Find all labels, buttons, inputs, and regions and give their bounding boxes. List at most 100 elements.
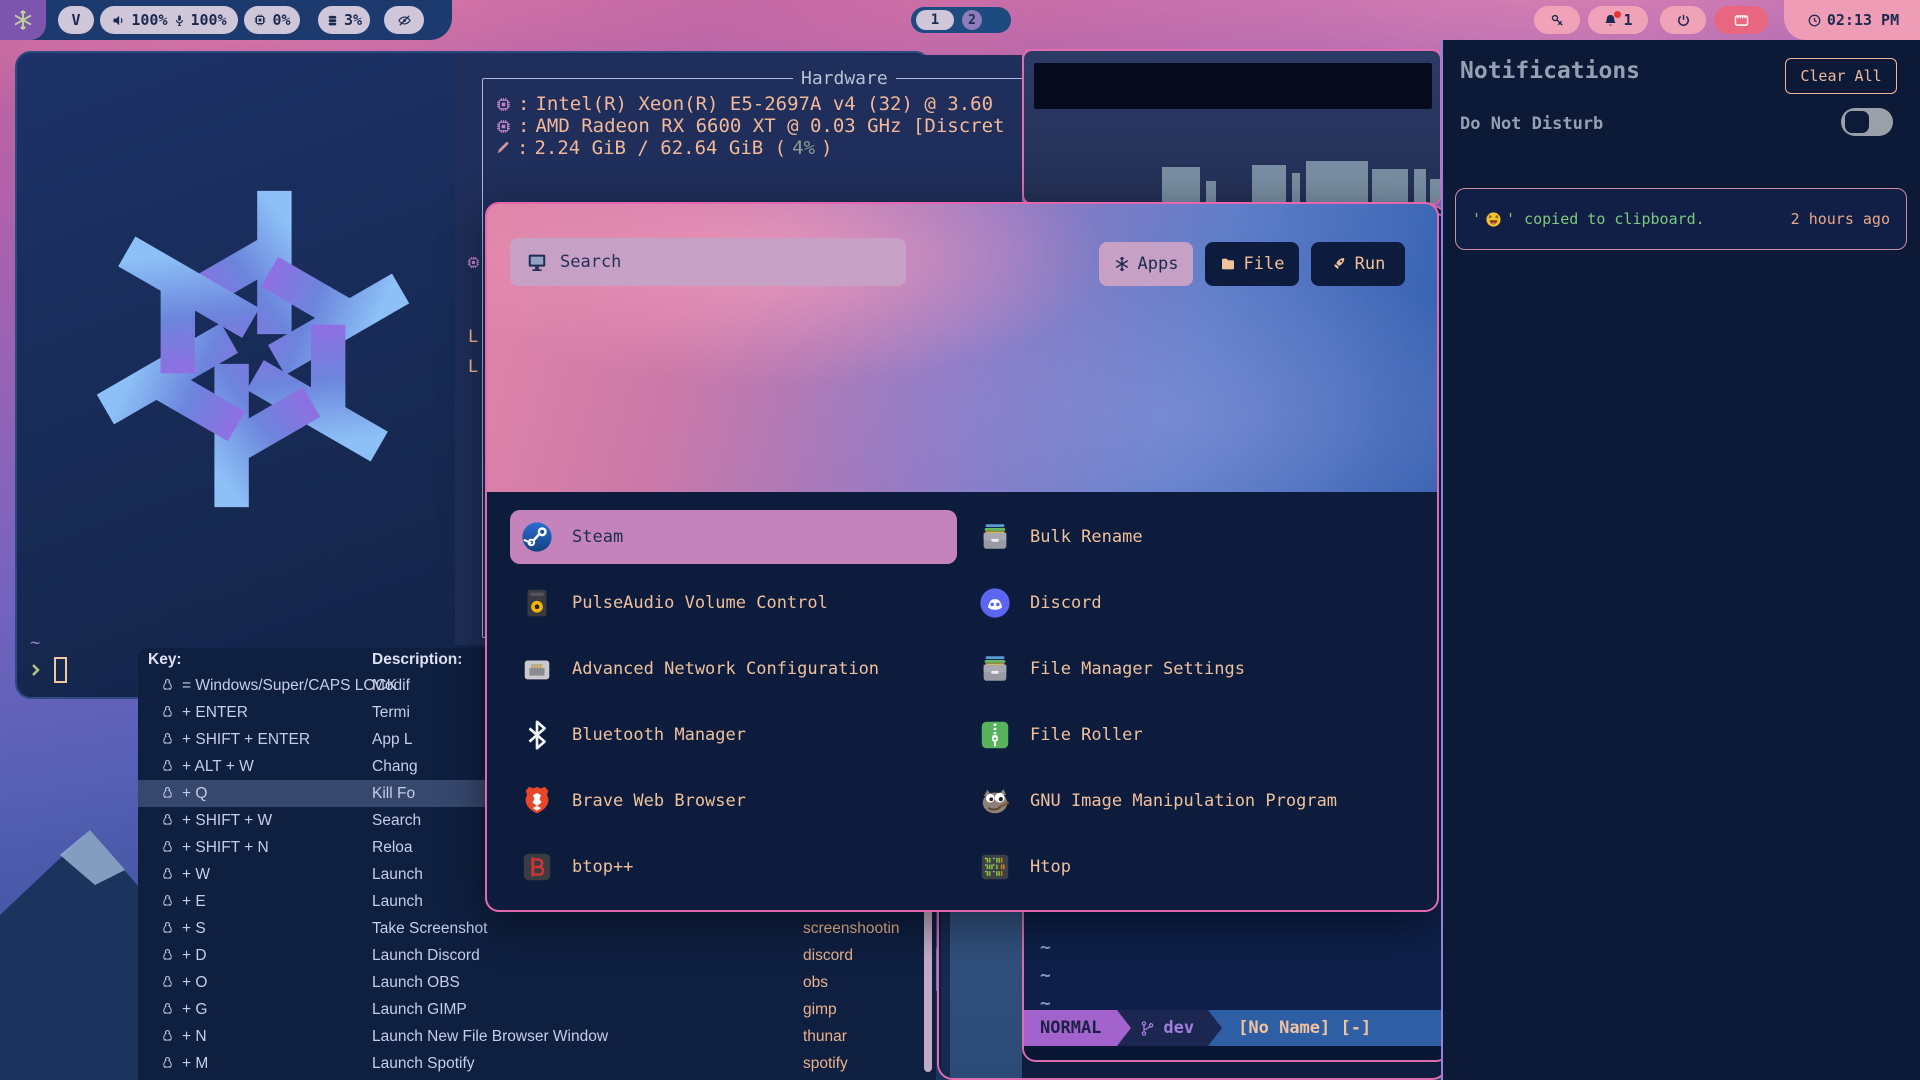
computer-icon: [526, 251, 548, 273]
laughing-emoji-icon: [1485, 211, 1502, 228]
btop-icon: [520, 850, 554, 884]
nixos-logo: [67, 163, 439, 535]
terminal-prompt[interactable]: [28, 657, 67, 683]
notifications-panel: Notifications Clear All Do Not Disturb '…: [1441, 40, 1920, 1080]
clear-all-button[interactable]: Clear All: [1785, 58, 1897, 94]
tray-widget[interactable]: [1714, 6, 1768, 34]
notification-text: ' copied to clipboard.: [1506, 210, 1705, 228]
memory-widget[interactable]: 3%: [318, 6, 370, 34]
eye-off-icon: [397, 13, 412, 28]
app-launcher-window: Apps File Run Steam PulseAudio Volume Co…: [485, 202, 1439, 912]
steam-icon: [520, 520, 554, 554]
file-drawer-icon: [978, 520, 1012, 554]
nixos-snowflake-icon: [12, 9, 34, 31]
keybinds-key-header: Key:: [148, 651, 372, 669]
nix-menu-button[interactable]: [0, 0, 46, 40]
keybinds-widget[interactable]: [1534, 6, 1580, 34]
app-item-pulseaudio[interactable]: PulseAudio Volume Control: [510, 576, 957, 630]
launcher-results: Steam PulseAudio Volume Control Advanced…: [487, 492, 1437, 912]
volume-widget[interactable]: 100% 100%: [100, 6, 238, 34]
app-item-network[interactable]: Advanced Network Configuration: [510, 642, 957, 696]
idle-inhibitor-widget[interactable]: [384, 6, 424, 34]
clock-widget[interactable]: 02:13 PM: [1792, 6, 1914, 34]
key-icon: [1550, 13, 1565, 28]
app-item-btop[interactable]: btop++: [510, 840, 957, 894]
skyline-block: [1292, 173, 1300, 203]
vim-tilde: ~: [1040, 937, 1051, 958]
tab-run[interactable]: Run: [1311, 242, 1405, 286]
sliver-glyph: L: [468, 357, 478, 377]
microphone-icon: [173, 14, 186, 27]
pulseaudio-icon: [520, 586, 554, 620]
tux-icon: [160, 867, 175, 882]
hardware-gpu-line: :AMD Radeon RX 6600 XT @ 0.03 GHz [Discr…: [495, 115, 1004, 137]
dnd-toggle[interactable]: [1841, 108, 1893, 136]
tab-apps[interactable]: Apps: [1099, 242, 1193, 286]
vim-statusline: NORMAL dev [No Name] [-]: [1024, 1010, 1448, 1046]
tux-icon: [160, 1029, 175, 1044]
notification-card[interactable]: ' ' copied to clipboard. 2 hours ago: [1455, 188, 1907, 250]
keybind-row[interactable]: + GLaunch GIMPgimp: [138, 996, 936, 1023]
tux-icon: [160, 948, 175, 963]
notification-time: 2 hours ago: [1791, 210, 1890, 228]
power-button[interactable]: [1660, 6, 1706, 34]
app-item-htop[interactable]: Htop: [968, 840, 1415, 894]
tux-icon: [160, 1056, 175, 1071]
bluetooth-icon: [520, 718, 554, 752]
skyline-block: [1306, 161, 1368, 203]
notifications-widget[interactable]: 1: [1588, 6, 1648, 34]
tux-icon: [160, 921, 175, 936]
app-item-steam[interactable]: Steam: [510, 510, 957, 564]
prompt-chevron-icon: [28, 660, 43, 680]
app-item-gimp[interactable]: GNU Image Manipulation Program: [968, 774, 1415, 828]
dnd-label: Do Not Disturb: [1460, 114, 1603, 134]
cpu-chip-icon: [495, 96, 512, 113]
powerline-arrow: [1208, 1010, 1222, 1046]
cpu-chip-icon: [253, 13, 267, 27]
file-drawer-icon: [978, 652, 1012, 686]
clock-icon: [1807, 13, 1822, 28]
notifications-title: Notifications: [1460, 58, 1640, 84]
workspaces-widget: 1 2: [911, 7, 1011, 33]
keybind-row[interactable]: + NLaunch New File Browser Windowthunar: [138, 1023, 936, 1050]
keybind-row[interactable]: + DLaunch Discorddiscord: [138, 942, 936, 969]
hardware-title: Hardware: [793, 68, 896, 89]
keybind-row[interactable]: + MLaunch Spotifyspotify: [138, 1050, 936, 1077]
keybind-row[interactable]: + OLaunch OBSobs: [138, 969, 936, 996]
cpu-widget[interactable]: 0%: [244, 6, 300, 34]
tux-icon: [160, 894, 175, 909]
network-icon: [520, 652, 554, 686]
memory-stack-icon: [326, 14, 339, 27]
hardware-memory-line: :2.24 GiB / 62.64 GiB (4%): [495, 137, 832, 159]
tux-icon: [160, 975, 175, 990]
skyline-block: [1252, 165, 1286, 203]
gpu-chip-icon: [495, 118, 512, 135]
rocket-icon: [1331, 256, 1347, 272]
launcher-pill[interactable]: V: [58, 6, 94, 34]
pencil-icon: [495, 140, 511, 156]
app-item-file-roller[interactable]: File Roller: [968, 708, 1415, 762]
power-icon: [1676, 13, 1691, 28]
workspace-2[interactable]: 2: [962, 10, 982, 30]
file-roller-icon: [978, 718, 1012, 752]
app-item-bulk-rename[interactable]: Bulk Rename: [968, 510, 1415, 564]
top-bar: V 100% 100% 0% 3% 1 2 1 02:13 PM: [0, 0, 1920, 40]
tux-icon: [160, 732, 175, 747]
keybind-row[interactable]: + STake Screenshotscreenshootin: [138, 915, 936, 942]
dnd-toggle-knob: [1845, 111, 1869, 133]
sliver-glyph: L: [468, 327, 478, 347]
tab-file[interactable]: File: [1205, 242, 1299, 286]
skyline-block: [1162, 167, 1200, 203]
snowflake-icon: [1114, 256, 1130, 272]
vim-git-segment: dev: [1131, 1010, 1208, 1046]
app-item-discord[interactable]: Discord: [968, 576, 1415, 630]
search-input[interactable]: [560, 252, 890, 272]
app-item-bluetooth[interactable]: Bluetooth Manager: [510, 708, 957, 762]
app-item-file-manager-settings[interactable]: File Manager Settings: [968, 642, 1415, 696]
hardware-cpu-line: :Intel(R) Xeon(R) E5-2697A v4 (32) @ 3.6…: [495, 93, 993, 115]
app-item-brave[interactable]: Brave Web Browser: [510, 774, 957, 828]
htop-icon: [978, 850, 1012, 884]
workspace-1[interactable]: 1: [916, 10, 954, 30]
tux-icon: [160, 786, 175, 801]
launcher-search[interactable]: [510, 238, 906, 286]
